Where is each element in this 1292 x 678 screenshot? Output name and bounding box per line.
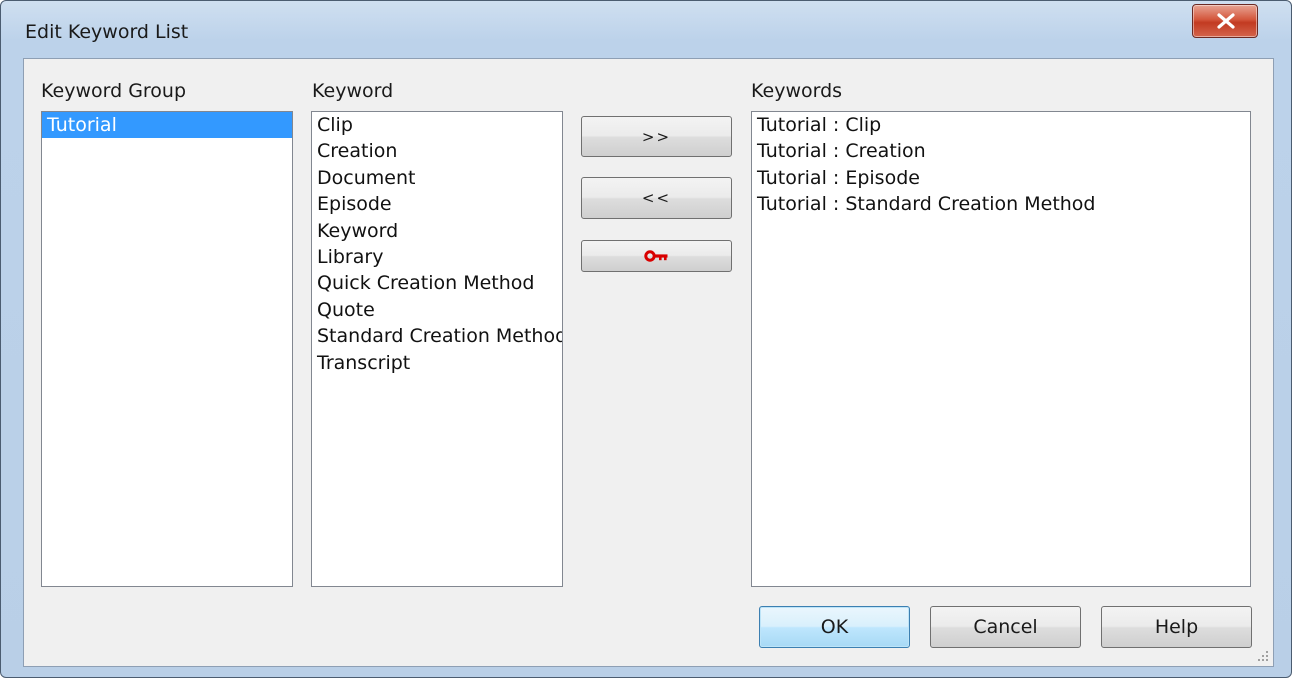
keyword-item[interactable]: Quote (312, 297, 562, 323)
remove-keyword-button[interactable]: << (581, 177, 732, 219)
cancel-button[interactable]: Cancel (930, 606, 1081, 648)
keyword-item[interactable]: Creation (312, 138, 562, 164)
key-icon (643, 250, 667, 262)
dialog-title: Edit Keyword List (25, 21, 189, 43)
help-label: Help (1154, 616, 1199, 638)
cancel-label: Cancel (973, 616, 1038, 638)
keyword-label: Keyword (312, 80, 394, 102)
ok-button[interactable]: OK (759, 606, 910, 648)
close-icon (1217, 13, 1235, 29)
selected-keyword-item[interactable]: Tutorial : Episode (752, 165, 1250, 191)
keywords-list[interactable]: Tutorial : Clip Tutorial : Creation Tutori… (751, 111, 1251, 587)
close-button[interactable] (1192, 4, 1258, 38)
add-keyword-button[interactable]: >> (581, 116, 732, 157)
keyword-item[interactable]: Transcript (312, 350, 562, 376)
keyword-item[interactable]: Standard Creation Method (312, 323, 562, 349)
selected-keyword-item[interactable]: Tutorial : Creation (752, 138, 1250, 164)
remove-keyword-label: << (641, 189, 672, 207)
dialog-body: Keyword Group Tutorial Keyword Clip Creat… (23, 58, 1274, 667)
keyword-item[interactable]: Quick Creation Method (312, 270, 562, 296)
title-bar[interactable]: Edit Keyword List (1, 1, 1291, 61)
ok-label: OK (820, 616, 849, 638)
keyword-group-label: Keyword Group (41, 80, 187, 102)
keywords-label: Keywords (751, 80, 843, 102)
edit-keyword-list-dialog: Edit Keyword List Keyword Group Tutorial… (0, 0, 1292, 678)
keyword-item[interactable]: Keyword (312, 218, 562, 244)
add-keyword-label: >> (641, 127, 672, 146)
help-button[interactable]: Help (1101, 606, 1252, 648)
selected-keyword-item[interactable]: Tutorial : Standard Creation Method (752, 191, 1250, 217)
keyword-group-list[interactable]: Tutorial (41, 111, 293, 587)
keyword-item[interactable]: Document (312, 165, 562, 191)
keyword-group-item[interactable]: Tutorial (42, 112, 292, 139)
keyword-item[interactable]: Episode (312, 191, 562, 217)
selected-keyword-item[interactable]: Tutorial : Clip (752, 112, 1250, 138)
keyword-item[interactable]: Clip (312, 112, 562, 138)
keyword-item[interactable]: Library (312, 244, 562, 270)
keyword-list[interactable]: Clip Creation Document Episode Keyword Librar… (311, 111, 563, 587)
quick-keyword-button[interactable] (581, 240, 732, 272)
resize-grip-icon[interactable] (1256, 649, 1270, 663)
